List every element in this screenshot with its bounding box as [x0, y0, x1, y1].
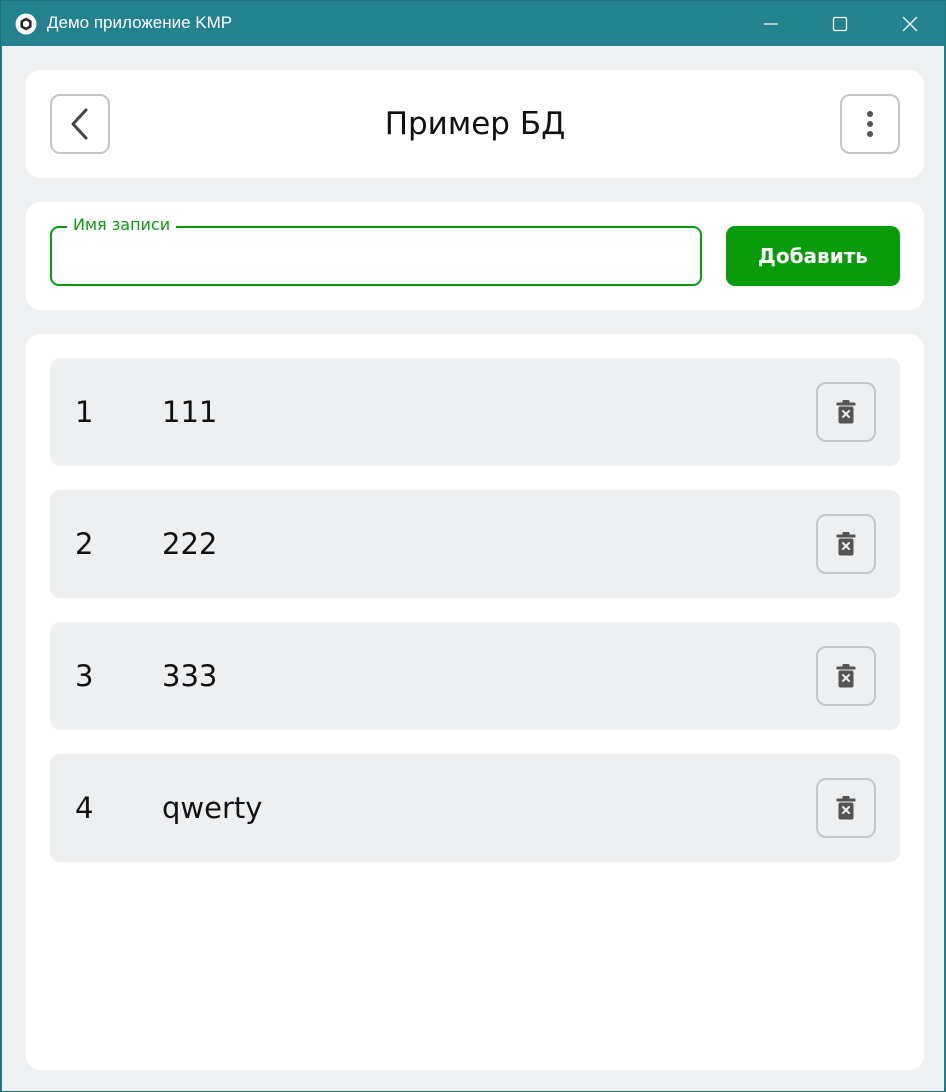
trash-icon — [836, 664, 856, 688]
record-name-input[interactable] — [54, 234, 698, 282]
record-id: 1 — [75, 395, 94, 429]
trash-icon — [836, 532, 856, 556]
trash-icon — [836, 796, 856, 820]
window-title: Демо приложение KMP — [47, 13, 233, 32]
maximize-button[interactable] — [805, 1, 875, 46]
record-name: qwerty — [162, 791, 263, 825]
title-bar[interactable]: Демо приложение KMP — [1, 1, 945, 46]
record-id: 3 — [75, 659, 94, 693]
record-name: 111 — [162, 395, 218, 429]
delete-button[interactable] — [816, 382, 876, 442]
record-id: 2 — [75, 527, 94, 561]
list-item: 1 111 — [50, 358, 900, 466]
trash-icon — [836, 400, 856, 424]
page-title: Пример БД — [384, 106, 566, 142]
record-name: 333 — [162, 659, 218, 693]
delete-button[interactable] — [816, 646, 876, 706]
close-button[interactable] — [875, 1, 945, 46]
close-icon — [902, 16, 918, 31]
more-options-button[interactable] — [840, 94, 900, 154]
more-vertical-icon — [867, 111, 873, 137]
list-item: 4 qwerty — [50, 754, 900, 862]
record-id: 4 — [75, 791, 94, 825]
minimize-button[interactable] — [736, 1, 806, 46]
record-name-label: Имя записи — [67, 215, 177, 235]
maximize-icon — [832, 16, 848, 31]
delete-button[interactable] — [816, 778, 876, 838]
minimize-icon — [764, 22, 778, 25]
chevron-left-icon — [71, 108, 88, 140]
add-button[interactable]: Добавить — [726, 226, 900, 286]
app-logo-icon — [15, 13, 37, 35]
client-area: Пример БД Имя записи Добавить 1 111 2 22… — [2, 46, 944, 1091]
header-card: Пример БД — [26, 70, 924, 178]
list-item: 2 222 — [50, 490, 900, 598]
add-record-card: Имя записи Добавить — [26, 202, 924, 310]
list-item: 3 333 — [50, 622, 900, 730]
record-name-field: Имя записи — [50, 215, 702, 286]
records-list: 1 111 2 222 3 333 4 qwerty — [26, 334, 924, 1070]
delete-button[interactable] — [816, 514, 876, 574]
record-name: 222 — [162, 527, 218, 561]
back-button[interactable] — [50, 94, 110, 154]
app-window: Демо приложение KMP Пример БД Имя записи… — [0, 0, 946, 1092]
